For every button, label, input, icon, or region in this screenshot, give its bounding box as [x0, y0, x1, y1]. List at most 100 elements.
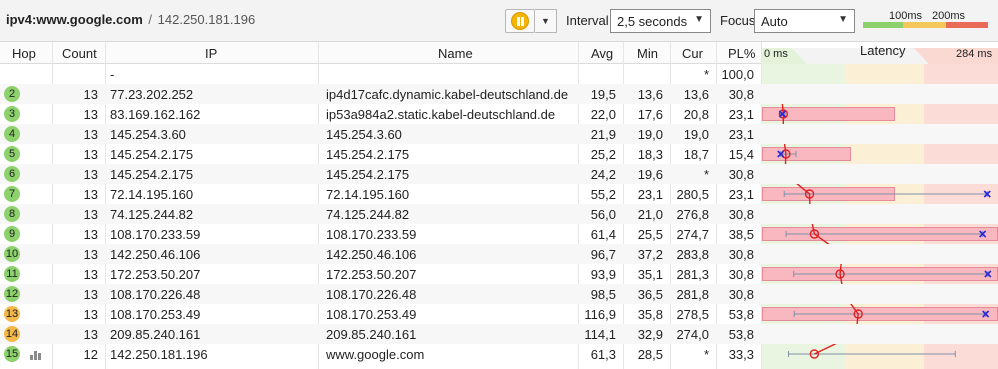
- cell-ip: 108.170.226.48: [110, 287, 201, 302]
- cell-avg: 114,1: [584, 327, 616, 342]
- table-row[interactable]: 9 13 108.170.233.59 108.170.233.59 61,4 25,5 2…: [0, 224, 998, 244]
- table-row[interactable]: 15 12 142.250.181.196 www.google.com 61,3 28,…: [0, 344, 998, 364]
- cell-ip: 209.85.240.161: [110, 327, 201, 342]
- table-row[interactable]: 14 13 209.85.240.161 209.85.240.161 114,1 32,…: [0, 324, 998, 344]
- hop-number: 10: [4, 246, 20, 262]
- table-row[interactable]: 8 13 74.125.244.82 74.125.244.82 56,0 21,0 276…: [0, 204, 998, 224]
- column-min[interactable]: Min: [637, 46, 658, 61]
- cell-name: 145.254.3.60: [326, 127, 402, 142]
- table-row[interactable]: 2 13 77.23.202.252 ip4d17cafc.dynamic.kabel…: [0, 84, 998, 104]
- table-row[interactable]: 4 13 145.254.3.60 145.254.3.60 21,9 19,0 19,0 2…: [0, 124, 998, 144]
- table-row[interactable]: 10 13 142.250.46.106 142.250.46.106 96,7 37,2…: [0, 244, 998, 264]
- table-row[interactable]: 6 13 145.254.2.175 145.254.2.175 24,2 19,6 * 30…: [0, 164, 998, 184]
- cell-cur: 280,5: [676, 187, 709, 202]
- cell-count: 13: [83, 107, 98, 122]
- cell-name: 108.170.233.59: [326, 227, 417, 242]
- latency-title: Latency: [860, 43, 906, 58]
- cell-cur: 274,7: [676, 227, 709, 242]
- table-row[interactable]: 5 13 145.254.2.175 145.254.2.175 25,2 18,3 18,…: [0, 144, 998, 164]
- target-display: ipv4:www.google.com / 142.250.181.196: [6, 12, 255, 27]
- cell-count: 13: [83, 287, 98, 302]
- hop-number: 7: [4, 186, 20, 202]
- cell-pl: 30,8: [728, 167, 754, 182]
- scale-label-100: 100ms: [889, 10, 923, 22]
- cell-count: 13: [83, 247, 98, 262]
- table-row[interactable]: 7 13 72.14.195.160 72.14.195.160 55,2 23,1 280…: [0, 184, 998, 204]
- hop-number: 8: [4, 206, 20, 222]
- cell-count: 13: [83, 227, 98, 242]
- hop-number: 12: [4, 286, 20, 302]
- cell-name: www.google.com: [326, 347, 425, 362]
- focus-value: Auto: [761, 14, 788, 29]
- hop-number: 3: [4, 106, 20, 122]
- focus-label: Focus: [720, 13, 756, 28]
- pause-button[interactable]: [505, 9, 535, 33]
- column-count[interactable]: Count: [62, 46, 97, 61]
- pause-dropdown-button[interactable]: ▼: [535, 9, 557, 33]
- table-row[interactable]: 13 13 108.170.253.49 108.170.253.49 116,9 35,…: [0, 304, 998, 324]
- cell-count: 13: [83, 147, 98, 162]
- cell-min: 37,2: [637, 247, 663, 262]
- focus-select[interactable]: Auto ▼: [754, 9, 855, 33]
- column-avg[interactable]: Avg: [591, 46, 613, 61]
- cell-cur: *: [703, 67, 709, 82]
- cell-name: 142.250.46.106: [326, 247, 417, 262]
- table-row[interactable]: 12 13 108.170.226.48 108.170.226.48 98,5 36,5…: [0, 284, 998, 304]
- cell-pl: 38,5: [728, 227, 754, 242]
- cell-name: 145.254.2.175: [326, 167, 410, 182]
- cell-min: 23,1: [637, 187, 663, 202]
- cell-cur: 283,8: [676, 247, 709, 262]
- cell-name: 108.170.253.49: [326, 307, 417, 322]
- cell-ip: -: [110, 67, 115, 82]
- table-row[interactable]: 3 13 83.169.162.162 ip53a984a2.static.kabel…: [0, 104, 998, 124]
- cell-min: 19,6: [637, 167, 663, 182]
- cell-cur: 20,8: [683, 107, 709, 122]
- column-name[interactable]: Name: [438, 46, 473, 61]
- cell-ip: 172.253.50.207: [110, 267, 201, 282]
- column-cur[interactable]: Cur: [682, 46, 703, 61]
- cell-avg: 61,4: [590, 227, 616, 242]
- cell-avg: 22,0: [590, 107, 616, 122]
- cell-pl: 15,4: [728, 147, 754, 162]
- column-ip[interactable]: IP: [205, 46, 217, 61]
- cell-pl: 23,1: [728, 107, 754, 122]
- cell-ip: 77.23.202.252: [110, 87, 194, 102]
- hop-number: 2: [4, 86, 20, 102]
- cell-pl: 30,8: [728, 287, 754, 302]
- cell-min: 17,6: [637, 107, 663, 122]
- cell-name: 209.85.240.161: [326, 327, 417, 342]
- cell-name: ip53a984a2.static.kabel-deutschland.de: [326, 107, 556, 122]
- cell-ip: 108.170.233.59: [110, 227, 201, 242]
- cell-ip: 74.125.244.82: [110, 207, 194, 222]
- cell-min: 19,0: [637, 127, 663, 142]
- cell-count: 13: [83, 187, 98, 202]
- latency-max-label: 284 ms: [956, 48, 993, 60]
- cell-count: 13: [83, 167, 98, 182]
- cell-name: 145.254.2.175: [326, 147, 410, 162]
- interval-select[interactable]: 2,5 seconds ▼: [610, 9, 711, 33]
- cell-avg: 98,5: [590, 287, 616, 302]
- cell-avg: 19,5: [590, 87, 616, 102]
- chevron-down-icon: ▼: [541, 16, 550, 26]
- cell-min: 13,6: [637, 87, 663, 102]
- hop-number: 11: [4, 266, 20, 282]
- cell-cur: 13,6: [683, 87, 709, 102]
- cell-ip: 108.170.253.49: [110, 307, 201, 322]
- pause-icon: [511, 12, 529, 30]
- cell-name: 74.125.244.82: [326, 207, 410, 222]
- table-row[interactable]: 11 13 172.253.50.207 172.253.50.207 93,9 35,1…: [0, 264, 998, 284]
- cell-count: 13: [83, 307, 98, 322]
- bar-chart-icon[interactable]: [30, 350, 44, 360]
- cell-avg: 21,9: [590, 127, 616, 142]
- cell-pl: 23,1: [728, 187, 754, 202]
- target-host: ipv4:www.google.com: [6, 12, 143, 27]
- hop-number: 4: [4, 126, 20, 142]
- cell-avg: 116,9: [584, 307, 616, 322]
- interval-value: 2,5 seconds: [617, 14, 688, 29]
- cell-ip: 145.254.2.175: [110, 147, 194, 162]
- column-hop[interactable]: Hop: [12, 46, 36, 61]
- table-row[interactable]: - * 100,0: [0, 64, 998, 84]
- column-pl[interactable]: PL%: [728, 46, 755, 61]
- cell-name: 72.14.195.160: [326, 187, 410, 202]
- latency-min-label: 0 ms: [764, 48, 788, 60]
